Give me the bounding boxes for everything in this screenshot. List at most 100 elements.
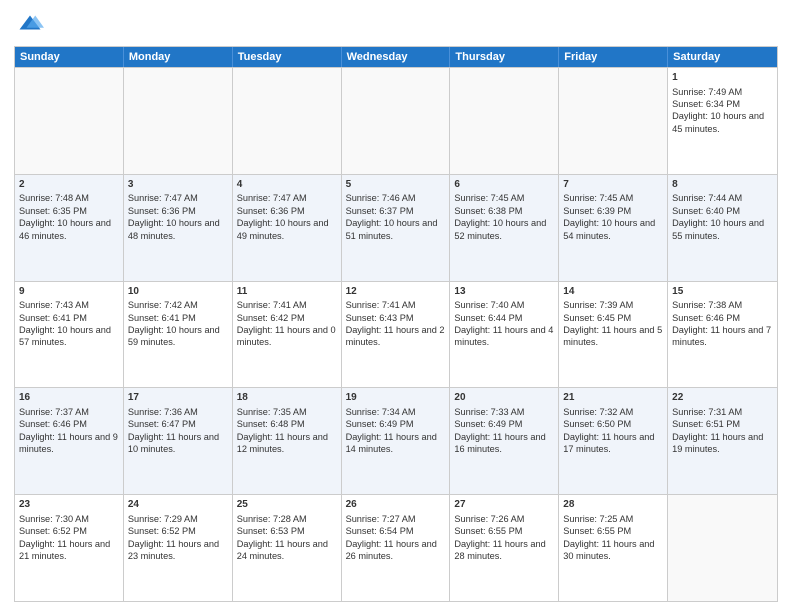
day-info: Sunrise: 7:34 AM Sunset: 6:49 PM Dayligh…: [346, 407, 437, 454]
calendar-row-1: 1 Sunrise: 7:49 AM Sunset: 6:34 PM Daylig…: [15, 67, 777, 174]
day-number: 6: [454, 178, 554, 192]
day-number: 26: [346, 498, 446, 512]
day-number: 23: [19, 498, 119, 512]
day-info: Sunrise: 7:43 AM Sunset: 6:41 PM Dayligh…: [19, 300, 111, 347]
day-cell-27: 27 Sunrise: 7:26 AM Sunset: 6:55 PM Dayli…: [450, 495, 559, 601]
weekday-header-sunday: Sunday: [15, 47, 124, 67]
day-number: 3: [128, 178, 228, 192]
day-number: 18: [237, 391, 337, 405]
calendar-header: SundayMondayTuesdayWednesdayThursdayFrid…: [15, 47, 777, 67]
weekday-header-saturday: Saturday: [668, 47, 777, 67]
header: [14, 12, 778, 40]
day-info: Sunrise: 7:29 AM Sunset: 6:52 PM Dayligh…: [128, 514, 219, 561]
day-cell-4: 4Sunrise: 7:47 AM Sunset: 6:36 PM Daylig…: [233, 175, 342, 281]
day-number: 12: [346, 285, 446, 299]
page: SundayMondayTuesdayWednesdayThursdayFrid…: [0, 0, 792, 612]
day-number: 25: [237, 498, 337, 512]
day-number: 17: [128, 391, 228, 405]
calendar-row-3: 9Sunrise: 7:43 AM Sunset: 6:41 PM Daylig…: [15, 281, 777, 388]
calendar-row-2: 2Sunrise: 7:48 AM Sunset: 6:35 PM Daylig…: [15, 174, 777, 281]
day-info: Sunrise: 7:31 AM Sunset: 6:51 PM Dayligh…: [672, 407, 763, 454]
day-number: 5: [346, 178, 446, 192]
day-number: 7: [563, 178, 663, 192]
day-number: 21: [563, 391, 663, 405]
day-info: Sunrise: 7:47 AM Sunset: 6:36 PM Dayligh…: [237, 193, 329, 240]
day-cell-13: 13Sunrise: 7:40 AM Sunset: 6:44 PM Dayli…: [450, 282, 559, 388]
empty-cell-4-6: [668, 495, 777, 601]
day-info: Sunrise: 7:26 AM Sunset: 6:55 PM Dayligh…: [454, 514, 545, 561]
day-cell-22: 22 Sunrise: 7:31 AM Sunset: 6:51 PM Dayli…: [668, 388, 777, 494]
day-cell-18: 18Sunrise: 7:35 AM Sunset: 6:48 PM Dayli…: [233, 388, 342, 494]
day-info: Sunrise: 7:37 AM Sunset: 6:46 PM Dayligh…: [19, 407, 118, 454]
day-cell-21: 21 Sunrise: 7:32 AM Sunset: 6:50 PM Dayli…: [559, 388, 668, 494]
day-info: Sunrise: 7:32 AM Sunset: 6:50 PM Dayligh…: [563, 407, 654, 454]
weekday-header-wednesday: Wednesday: [342, 47, 451, 67]
day-info: Sunrise: 7:38 AM Sunset: 6:46 PM Dayligh…: [672, 300, 771, 347]
day-info: Sunrise: 7:40 AM Sunset: 6:44 PM Dayligh…: [454, 300, 553, 347]
day-info: Sunrise: 7:25 AM Sunset: 6:55 PM Dayligh…: [563, 514, 654, 561]
day-number: 1: [672, 71, 773, 85]
day-number: 28: [563, 498, 663, 512]
day-info: Sunrise: 7:28 AM Sunset: 6:53 PM Dayligh…: [237, 514, 328, 561]
day-cell-17: 17 Sunrise: 7:36 AM Sunset: 6:47 PM Dayli…: [124, 388, 233, 494]
day-cell-20: 20 Sunrise: 7:33 AM Sunset: 6:49 PM Dayli…: [450, 388, 559, 494]
day-number: 24: [128, 498, 228, 512]
day-cell-28: 28 Sunrise: 7:25 AM Sunset: 6:55 PM Dayli…: [559, 495, 668, 601]
day-cell-2: 2Sunrise: 7:48 AM Sunset: 6:35 PM Daylig…: [15, 175, 124, 281]
day-number: 19: [346, 391, 446, 405]
day-info: Sunrise: 7:45 AM Sunset: 6:39 PM Dayligh…: [563, 193, 655, 240]
day-cell-7: 7Sunrise: 7:45 AM Sunset: 6:39 PM Daylig…: [559, 175, 668, 281]
calendar-row-4: 16 Sunrise: 7:37 AM Sunset: 6:46 PM Dayli…: [15, 387, 777, 494]
day-cell-11: 11Sunrise: 7:41 AM Sunset: 6:42 PM Dayli…: [233, 282, 342, 388]
day-number: 4: [237, 178, 337, 192]
day-number: 14: [563, 285, 663, 299]
empty-cell-0-1: [124, 68, 233, 174]
day-number: 2: [19, 178, 119, 192]
day-number: 20: [454, 391, 554, 405]
calendar-body: 1 Sunrise: 7:49 AM Sunset: 6:34 PM Daylig…: [15, 67, 777, 601]
day-cell-1: 1 Sunrise: 7:49 AM Sunset: 6:34 PM Daylig…: [668, 68, 777, 174]
day-cell-14: 14Sunrise: 7:39 AM Sunset: 6:45 PM Dayli…: [559, 282, 668, 388]
day-info: Sunrise: 7:33 AM Sunset: 6:49 PM Dayligh…: [454, 407, 545, 454]
day-number: 22: [672, 391, 773, 405]
day-number: 10: [128, 285, 228, 299]
day-cell-19: 19 Sunrise: 7:34 AM Sunset: 6:49 PM Dayli…: [342, 388, 451, 494]
day-cell-5: 5Sunrise: 7:46 AM Sunset: 6:37 PM Daylig…: [342, 175, 451, 281]
day-cell-9: 9Sunrise: 7:43 AM Sunset: 6:41 PM Daylig…: [15, 282, 124, 388]
day-cell-25: 25 Sunrise: 7:28 AM Sunset: 6:53 PM Dayli…: [233, 495, 342, 601]
day-cell-8: 8Sunrise: 7:44 AM Sunset: 6:40 PM Daylig…: [668, 175, 777, 281]
day-info: Sunrise: 7:46 AM Sunset: 6:37 PM Dayligh…: [346, 193, 438, 240]
day-cell-23: 23 Sunrise: 7:30 AM Sunset: 6:52 PM Dayli…: [15, 495, 124, 601]
day-number: 16: [19, 391, 119, 405]
day-cell-16: 16 Sunrise: 7:37 AM Sunset: 6:46 PM Dayli…: [15, 388, 124, 494]
day-number: 11: [237, 285, 337, 299]
day-info: Sunrise: 7:36 AM Sunset: 6:47 PM Dayligh…: [128, 407, 219, 454]
empty-cell-0-2: [233, 68, 342, 174]
day-info: Sunrise: 7:41 AM Sunset: 6:43 PM Dayligh…: [346, 300, 445, 347]
calendar: SundayMondayTuesdayWednesdayThursdayFrid…: [14, 46, 778, 602]
day-info: Sunrise: 7:47 AM Sunset: 6:36 PM Dayligh…: [128, 193, 220, 240]
day-number: 15: [672, 285, 773, 299]
day-number: 27: [454, 498, 554, 512]
day-info: Sunrise: 7:45 AM Sunset: 6:38 PM Dayligh…: [454, 193, 546, 240]
empty-cell-0-5: [559, 68, 668, 174]
empty-cell-0-3: [342, 68, 451, 174]
calendar-row-5: 23 Sunrise: 7:30 AM Sunset: 6:52 PM Dayli…: [15, 494, 777, 601]
day-info: Sunrise: 7:49 AM Sunset: 6:34 PM Dayligh…: [672, 87, 764, 134]
day-info: Sunrise: 7:48 AM Sunset: 6:35 PM Dayligh…: [19, 193, 111, 240]
day-cell-26: 26 Sunrise: 7:27 AM Sunset: 6:54 PM Dayli…: [342, 495, 451, 601]
empty-cell-0-0: [15, 68, 124, 174]
weekday-header-friday: Friday: [559, 47, 668, 67]
day-number: 8: [672, 178, 773, 192]
day-cell-6: 6Sunrise: 7:45 AM Sunset: 6:38 PM Daylig…: [450, 175, 559, 281]
day-cell-24: 24 Sunrise: 7:29 AM Sunset: 6:52 PM Dayli…: [124, 495, 233, 601]
day-cell-3: 3Sunrise: 7:47 AM Sunset: 6:36 PM Daylig…: [124, 175, 233, 281]
logo: [14, 12, 46, 40]
weekday-header-thursday: Thursday: [450, 47, 559, 67]
day-info: Sunrise: 7:27 AM Sunset: 6:54 PM Dayligh…: [346, 514, 437, 561]
day-info: Sunrise: 7:42 AM Sunset: 6:41 PM Dayligh…: [128, 300, 220, 347]
weekday-header-tuesday: Tuesday: [233, 47, 342, 67]
day-info: Sunrise: 7:30 AM Sunset: 6:52 PM Dayligh…: [19, 514, 110, 561]
day-info: Sunrise: 7:41 AM Sunset: 6:42 PM Dayligh…: [237, 300, 336, 347]
day-info: Sunrise: 7:39 AM Sunset: 6:45 PM Dayligh…: [563, 300, 662, 347]
